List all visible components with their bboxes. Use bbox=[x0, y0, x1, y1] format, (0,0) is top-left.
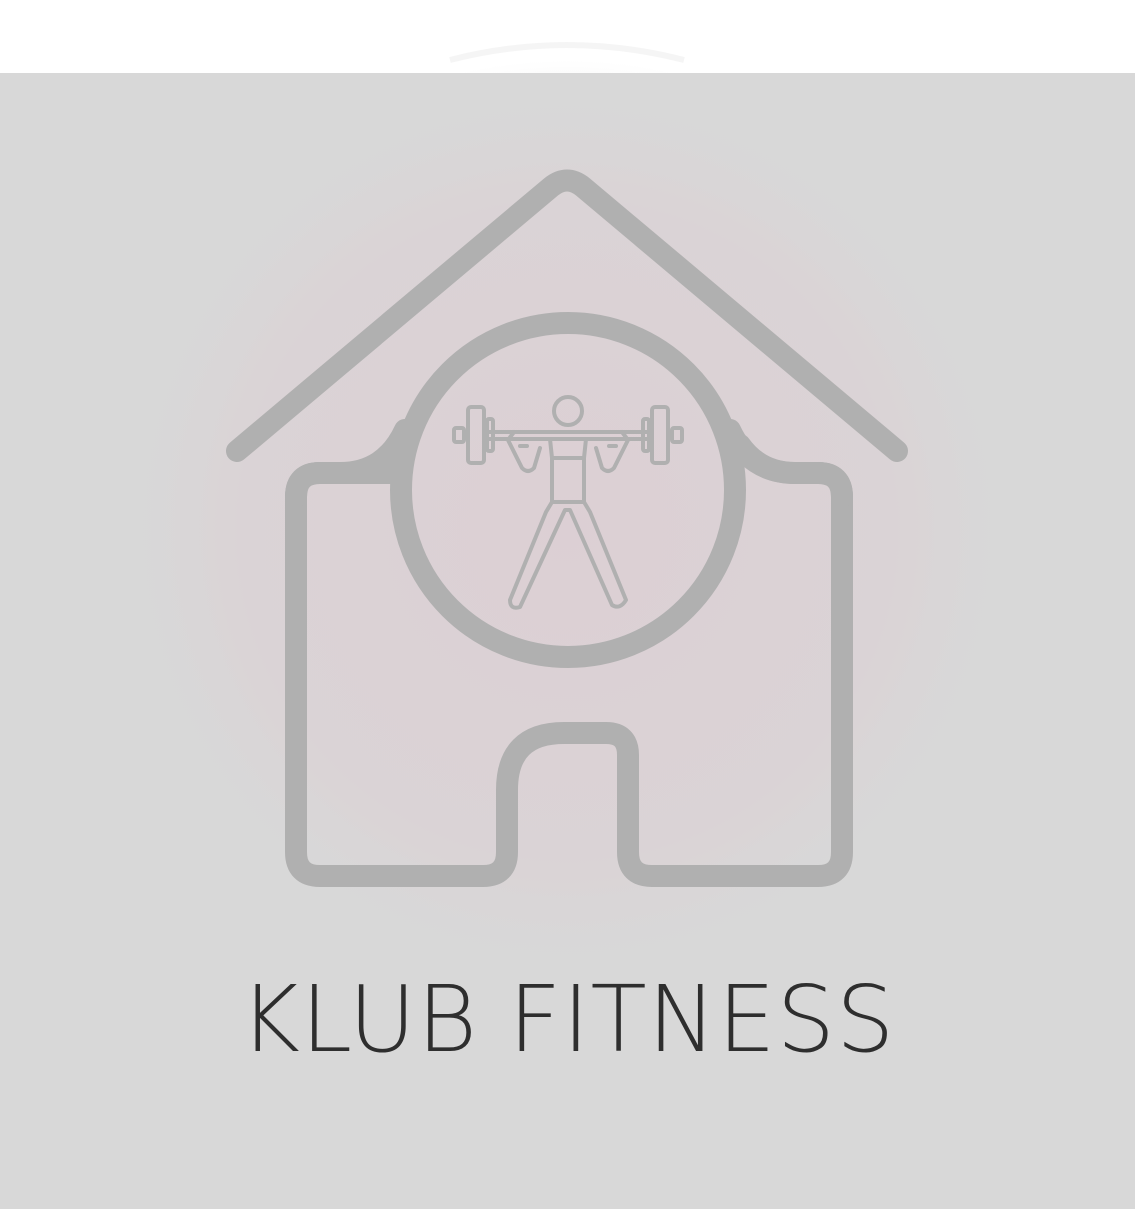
logo-canvas: KLUB FITNESS bbox=[0, 0, 1135, 1209]
emblem-circle bbox=[390, 312, 746, 668]
weightlifter-figure bbox=[452, 395, 684, 610]
left-shoulder bbox=[285, 419, 416, 508]
right-shoulder bbox=[719, 419, 853, 508]
brand-name: KLUB FITNESS bbox=[239, 966, 896, 1073]
